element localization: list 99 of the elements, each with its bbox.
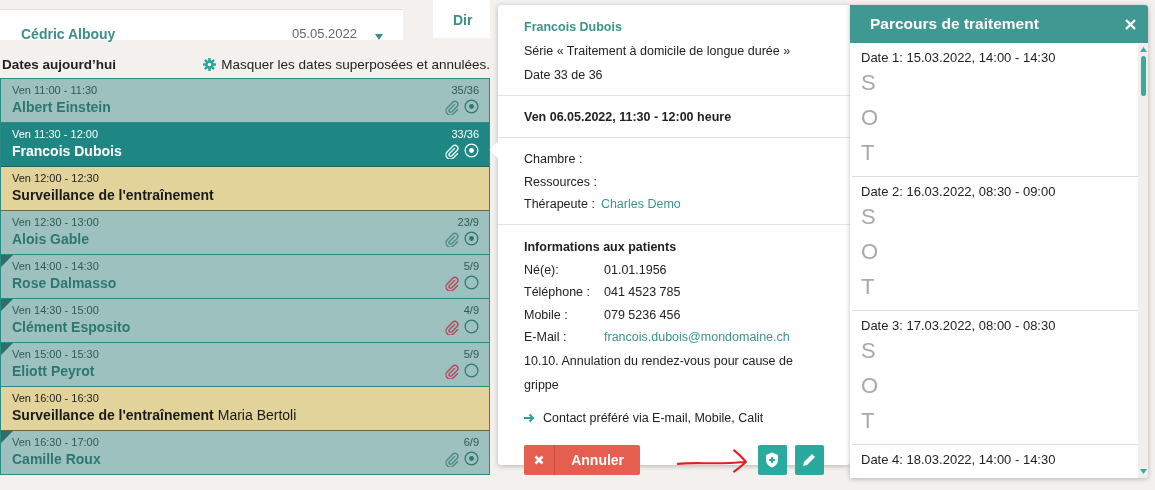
- patient-name: Cédric Albouy: [21, 26, 116, 42]
- appointment-datetime: Ven 06.05.2022, 11:30 - 12:00 heure: [524, 109, 733, 126]
- appointment-time: Ven 16:30 - 17:00: [12, 436, 100, 448]
- appointment-time: Ven 14:00 - 14:30: [12, 260, 100, 272]
- scrollbar[interactable]: [1138, 43, 1148, 478]
- appointment-time: Ven 11:30 - 12:00: [12, 128, 100, 140]
- panel-title: Parcours de traitement: [870, 15, 1039, 33]
- info-label: Téléphone :: [524, 284, 592, 301]
- appointment-row[interactable]: Ven 14:00 - 14:30 Rose Dalmasso 5/9: [1, 255, 489, 299]
- info-value: 079 5236 456: [604, 306, 681, 324]
- category-letter: T: [861, 407, 876, 435]
- side-card: Dir: [433, 0, 490, 38]
- patient-name: Clément Esposito: [12, 319, 131, 335]
- detail-label: Ressources :: [524, 173, 597, 191]
- category-letter: O: [861, 372, 880, 400]
- appointment-row[interactable]: Ven 14:30 - 15:00 Clément Esposito 4/9: [1, 299, 489, 343]
- patient-name: Camille Roux: [12, 451, 101, 467]
- appointment-time: Ven 12:00 - 12:30: [12, 172, 100, 184]
- session-count: 6/9: [463, 436, 479, 448]
- arrow-right-icon: [524, 412, 535, 423]
- scroll-up-icon[interactable]: [1139, 47, 1147, 52]
- info-value: 041 4523 785: [604, 284, 681, 301]
- radio-dot-icon[interactable]: [464, 99, 479, 114]
- patient-name[interactable]: Francois Dubois: [524, 15, 824, 39]
- info-label: E-Mail :: [524, 329, 568, 346]
- appointment-time: Ven 14:30 - 15:00: [12, 304, 100, 316]
- date-heading: Date 4: 18.03.2022, 14:00 - 14:30: [861, 452, 1057, 467]
- shield-plus-icon: [765, 451, 780, 468]
- session-count: 5/9: [463, 348, 479, 360]
- paperclip-icon[interactable]: [444, 451, 460, 467]
- appointment-row[interactable]: Ven 12:00 - 12:30 Surveillance de l'entraînement: [1, 167, 489, 211]
- close-button[interactable]: [1125, 18, 1136, 30]
- detail-label: Chambre :: [524, 151, 583, 168]
- date-heading: Date 2: 16.03.2022, 08:30 - 09:00: [861, 184, 1057, 199]
- appointment-time: Ven 15:00 - 15:30: [12, 348, 99, 360]
- session-count: 35/36: [451, 84, 479, 96]
- appointment-card[interactable]: Cédric Albouy 05.05.2022: [0, 9, 403, 40]
- detail-label: Thérapeute :: [524, 196, 595, 213]
- patient-name: Albert Einstein: [12, 99, 111, 115]
- date-heading: Date 1: 15.03.2022, 14:00 - 14:30: [861, 50, 1057, 65]
- section-title: Informations aux patients: [524, 238, 678, 256]
- paperclip-icon[interactable]: [444, 319, 460, 335]
- info-label: Né(e):: [524, 261, 560, 279]
- appointment-row[interactable]: Ven 11:00 - 11:30 Albert Einstein 35/36: [1, 79, 489, 123]
- cancel-button[interactable]: Annuler: [524, 444, 641, 475]
- patient-name: Rose Dalmasso: [12, 275, 117, 291]
- date-heading: Date 3: 17.03.2022, 08:00 - 08:30: [861, 318, 1057, 333]
- contact-preference: Contact préféré via E-mail, Mobile, Calit: [543, 410, 764, 425]
- close-icon: [534, 454, 544, 465]
- toggle-label[interactable]: Masquer les dates superposées et annulées.: [221, 57, 490, 72]
- scroll-down-icon[interactable]: [375, 34, 383, 40]
- edit-button[interactable]: [794, 444, 824, 475]
- shield-plus-button[interactable]: [757, 444, 787, 475]
- info-value: 01.01.1956: [604, 261, 667, 279]
- paperclip-icon[interactable]: [444, 363, 460, 379]
- radio-circle-icon[interactable]: [464, 363, 479, 378]
- category-letter: O: [861, 238, 880, 266]
- radio-circle-icon[interactable]: [464, 275, 479, 290]
- radio-dot-icon[interactable]: [464, 451, 479, 466]
- patient-name: Eliott Peyrot: [12, 363, 96, 379]
- paperclip-icon[interactable]: [444, 231, 460, 247]
- patient-name: Alois Gable: [12, 231, 91, 247]
- category-letter: S: [861, 337, 877, 365]
- note-text: 10.10. Annulation du rendez-vous pour cause de grippe: [524, 352, 794, 394]
- appointment-time: Ven 12:30 - 13:00: [12, 216, 99, 228]
- session-count: 4/9: [463, 304, 479, 316]
- session-count: 5/9: [463, 260, 479, 272]
- patient-name: Francois Dubois: [12, 143, 122, 159]
- appointment-time: Ven 16:00 - 16:30: [12, 392, 100, 404]
- category-letter: S: [861, 203, 877, 231]
- appointment-title: Surveillance de l'entraînement: [12, 187, 214, 203]
- appointment-row[interactable]: Ven 15:00 - 15:30 Eliott Peyrot 5/9: [1, 343, 489, 387]
- info-label: Mobile :: [524, 306, 569, 324]
- appointment-row[interactable]: Ven 16:00 - 16:30 Surveillance de l'entraînement Maria Bertoli: [1, 387, 489, 431]
- appointment-row[interactable]: Ven 12:30 - 13:00 Alois Gable 23/9: [1, 211, 489, 255]
- close-icon: [1125, 18, 1136, 30]
- category-letter: T: [861, 139, 876, 167]
- radio-circle-icon[interactable]: [464, 319, 479, 334]
- series-text: Série « Traitement à domicile de longue durée »: [524, 43, 792, 60]
- therapist-name: Maria Bertoli: [217, 407, 297, 423]
- paperclip-icon[interactable]: [444, 99, 460, 115]
- paperclip-icon[interactable]: [444, 275, 460, 291]
- appointment-time: Ven 11:00 - 11:30: [12, 84, 99, 96]
- session-count: 23/9: [457, 216, 479, 228]
- info-value[interactable]: francois.dubois@mondomaine.ch: [604, 326, 790, 349]
- category-letter: S: [861, 69, 877, 97]
- pencil-icon: [802, 452, 817, 467]
- category-letter: T: [861, 273, 876, 301]
- scroll-down-icon[interactable]: [1139, 469, 1147, 474]
- detail-value[interactable]: Charles Demo: [600, 193, 681, 216]
- date-index-text: Date 33 de 36: [524, 67, 604, 84]
- radio-dot-icon[interactable]: [464, 231, 479, 246]
- section-title: Dates aujourd’hui: [2, 57, 116, 72]
- category-letter: O: [861, 104, 880, 132]
- appointment-row[interactable]: Ven 16:30 - 17:00 Camille Roux 6/9: [1, 431, 489, 475]
- settings-icon[interactable]: [203, 58, 217, 71]
- session-count: 33/36: [451, 128, 479, 140]
- appointment-date: 05.05.2022: [291, 26, 357, 41]
- appointment-title: Surveillance de l'entraînement: [12, 407, 214, 423]
